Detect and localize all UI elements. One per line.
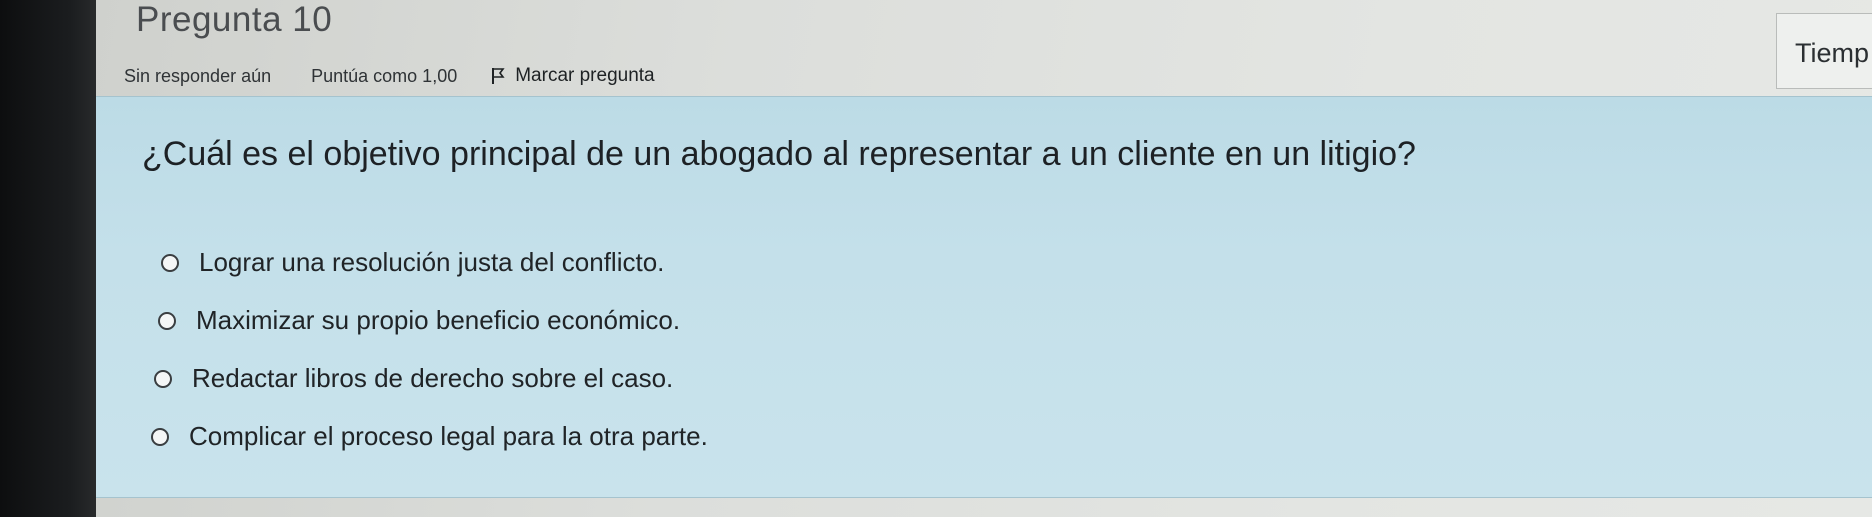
answer-option-label: Maximizar su propio beneficio económico. bbox=[196, 305, 681, 335]
timer-label: Tiemp bbox=[1795, 38, 1870, 68]
radio-button[interactable] bbox=[151, 427, 169, 446]
timer-panel: Tiemp bbox=[1776, 13, 1872, 89]
quiz-page: Pregunta 10 Sin responder aún Puntúa com… bbox=[96, 0, 1872, 517]
answer-option-c[interactable]: Redactar libros de derecho sobre el caso… bbox=[154, 363, 673, 394]
answer-option-a[interactable]: Lograr una resolución justa del conflict… bbox=[161, 247, 664, 278]
answer-option-d[interactable]: Complicar el proceso legal para la otra … bbox=[151, 421, 708, 452]
answer-status: Sin responder aún bbox=[124, 65, 272, 86]
monitor-bezel bbox=[0, 0, 100, 517]
answer-option-label: Redactar libros de derecho sobre el caso… bbox=[192, 363, 674, 393]
radio-button[interactable] bbox=[158, 311, 176, 330]
flag-icon bbox=[492, 68, 505, 84]
question-points: Puntúa como 1,00 bbox=[311, 65, 458, 86]
radio-button[interactable] bbox=[161, 253, 179, 272]
answer-option-label: Complicar el proceso legal para la otra … bbox=[189, 421, 708, 451]
question-text: ¿Cuál es el objetivo principal de un abo… bbox=[142, 135, 1416, 173]
answer-option-label: Lograr una resolución justa del conflict… bbox=[199, 247, 665, 277]
flag-question-label: Marcar pregunta bbox=[515, 65, 655, 86]
radio-button[interactable] bbox=[154, 369, 172, 388]
answer-option-b[interactable]: Maximizar su propio beneficio económico. bbox=[158, 305, 680, 336]
flag-question-button[interactable]: Marcar pregunta bbox=[491, 65, 655, 87]
question-number-title: Pregunta 10 bbox=[136, 0, 333, 39]
question-info-row: Sin responder aún Puntúa como 1,00 Marca… bbox=[124, 62, 655, 90]
screen: Pregunta 10 Sin responder aún Puntúa com… bbox=[0, 0, 1872, 517]
question-panel: ¿Cuál es el objetivo principal de un abo… bbox=[96, 96, 1872, 498]
